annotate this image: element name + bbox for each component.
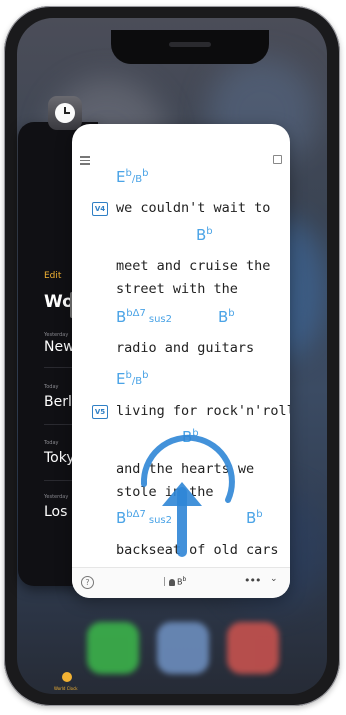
verse-badge[interactable]: V4 bbox=[92, 202, 108, 216]
tab-world-clock-label: World Clock bbox=[54, 686, 78, 691]
lyric-line: living for rock'n'roll bbox=[116, 403, 290, 419]
more-icon[interactable]: ••• bbox=[244, 574, 261, 587]
verse-badge[interactable]: V5 bbox=[92, 405, 108, 419]
chord-label[interactable]: Bb bbox=[196, 226, 213, 244]
clock-app-icon bbox=[48, 96, 82, 130]
speaker bbox=[169, 42, 211, 47]
city-name[interactable]: Berli bbox=[44, 394, 76, 410]
dock-app-3 bbox=[227, 622, 279, 674]
help-icon[interactable]: ? bbox=[81, 576, 94, 589]
dock-app-2 bbox=[157, 622, 209, 674]
chevron-down-icon[interactable]: ⌄ bbox=[270, 574, 278, 584]
chord-label[interactable]: Eb/Bb bbox=[116, 370, 148, 388]
lyric-line: radio and guitars bbox=[116, 340, 255, 356]
chord-label[interactable]: Bb bbox=[218, 308, 235, 326]
tuner-accidental: b bbox=[182, 576, 187, 583]
clock-face-icon bbox=[55, 103, 75, 123]
chord-label[interactable]: BbΔ7sus2 bbox=[116, 308, 172, 326]
dock-phone-app bbox=[87, 622, 139, 674]
notch bbox=[111, 30, 269, 64]
city-name[interactable]: Toky bbox=[44, 450, 75, 466]
lyric-line: we couldn't wait to bbox=[116, 200, 271, 216]
phone-frame: Edit Wor Yesterday New Today Berli Today… bbox=[4, 6, 340, 706]
city-day-label: Today bbox=[44, 440, 59, 446]
chord-label[interactable]: Eb/Bb bbox=[116, 168, 148, 186]
bottom-toolbar: ? Bb ••• ⌄ bbox=[72, 567, 290, 598]
lyric-line: meet and cruise the bbox=[116, 258, 271, 274]
city-name[interactable]: New bbox=[44, 339, 75, 355]
separator bbox=[164, 576, 165, 586]
city-day-label: Yesterday bbox=[44, 332, 69, 338]
square-icon[interactable] bbox=[273, 155, 282, 164]
edit-button[interactable]: Edit bbox=[44, 271, 61, 281]
hamburger-icon[interactable] bbox=[80, 156, 90, 167]
city-day-label: Yesterday bbox=[44, 494, 69, 500]
chord-label[interactable]: Bb bbox=[246, 509, 263, 527]
globe-icon[interactable] bbox=[62, 672, 72, 682]
tuner-control[interactable]: Bb bbox=[164, 576, 186, 587]
swipe-up-gesture-icon bbox=[140, 434, 235, 557]
lyric-line: street with the bbox=[116, 281, 238, 297]
tuner-icon bbox=[169, 578, 175, 586]
city-day-label: Today bbox=[44, 384, 59, 390]
